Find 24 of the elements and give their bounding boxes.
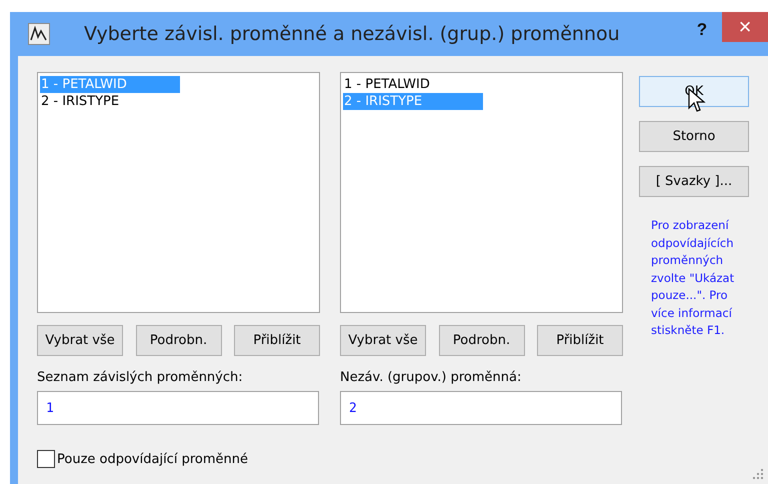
- dialog-button[interactable]: Storno: [639, 121, 749, 152]
- chart-icon: [28, 23, 50, 45]
- help-text: Pro zobrazení odpovídajících proměnných zvolte "Ukázat pouze...". Pro více informací stiskněte F1.: [651, 217, 736, 339]
- close-button[interactable]: ×: [722, 12, 768, 42]
- list-button[interactable]: Vybrat vše: [340, 325, 426, 356]
- list-button[interactable]: Přiblížit: [537, 325, 623, 356]
- resize-grip-icon[interactable]: [752, 468, 764, 480]
- list-button[interactable]: Podrobn.: [136, 325, 222, 356]
- checkbox[interactable]: [37, 450, 55, 468]
- dialog-button[interactable]: [ Svazky ]...: [639, 166, 749, 197]
- list-button[interactable]: Přiblížit: [234, 325, 320, 356]
- input-field[interactable]: 1: [37, 391, 319, 425]
- window-title: Vyberte závisl. proměnné a nezávisl. (grup.) proměnnou: [84, 23, 621, 45]
- help-button[interactable]: ?: [682, 20, 722, 40]
- checkbox-label: Pouze odpovídající proměnné: [57, 452, 248, 466]
- field-label: Nezáv. (grupov.) proměnná:: [340, 370, 522, 385]
- list-item[interactable]: 2 - IRISTYPE: [40, 93, 180, 110]
- variable-list[interactable]: 1 - PETALWID 2 - IRISTYPE: [340, 72, 623, 313]
- list-button[interactable]: Vybrat vše: [37, 325, 123, 356]
- field-label: Seznam závislých proměnných:: [37, 370, 244, 385]
- variable-list[interactable]: 1 - PETALWID 2 - IRISTYPE: [37, 72, 320, 313]
- list-button[interactable]: Podrobn.: [438, 325, 524, 356]
- input-field[interactable]: 2: [340, 391, 622, 425]
- list-item[interactable]: 1 - PETALWID: [343, 76, 483, 93]
